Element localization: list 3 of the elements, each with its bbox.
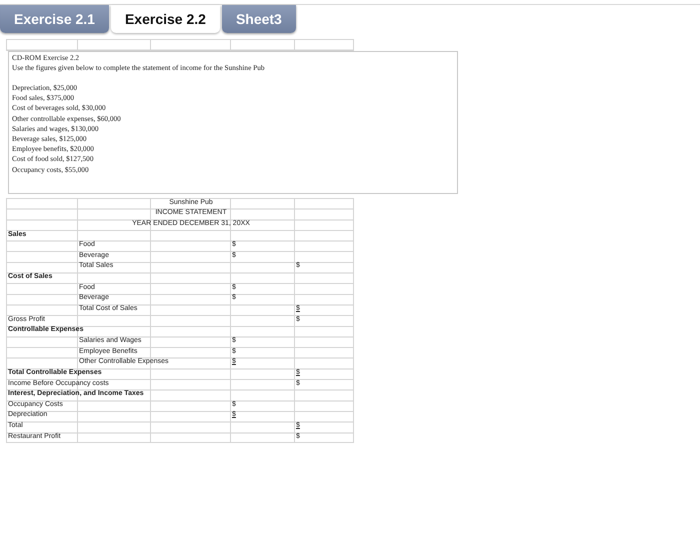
- sheet-tab[interactable]: Sheet3: [222, 5, 296, 33]
- sheet-tab[interactable]: Exercise 2.1: [0, 5, 109, 33]
- sheet-tab[interactable]: Exercise 2.2: [110, 5, 220, 33]
